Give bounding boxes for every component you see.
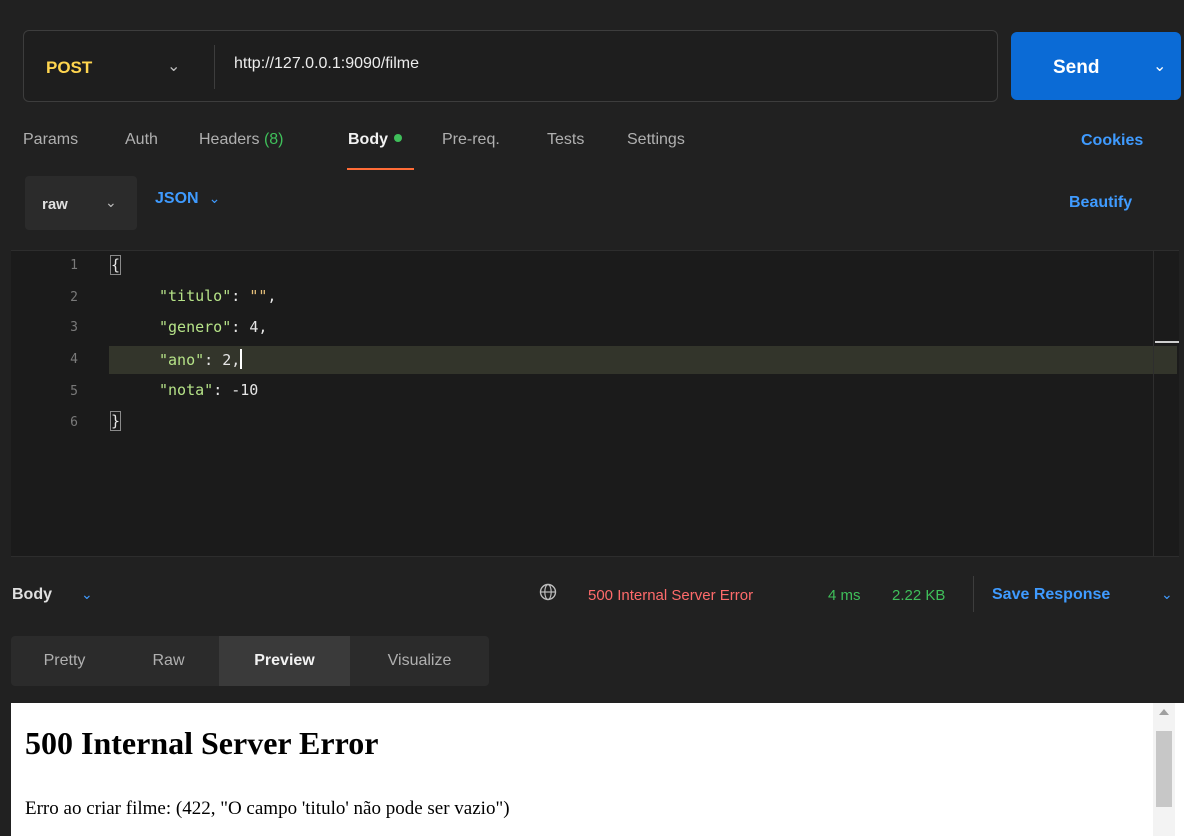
response-time[interactable]: 4 ms xyxy=(828,587,861,604)
code-line: { xyxy=(109,255,122,275)
code-line: "titulo": "", xyxy=(159,287,276,305)
postman-app: POST ⌄ http://127.0.0.1:9090/filme Send … xyxy=(0,0,1184,836)
body-format-label: JSON xyxy=(155,190,199,207)
response-body-select[interactable]: Body xyxy=(12,586,52,604)
response-view-tabs: Pretty Raw Preview Visualize xyxy=(11,636,489,686)
current-line-highlight xyxy=(109,346,1177,374)
tab-body-label: Body xyxy=(348,131,388,148)
divider xyxy=(973,576,974,612)
scroll-up-arrow-icon[interactable] xyxy=(1159,709,1169,715)
code-line: } xyxy=(109,411,122,431)
view-tab-visualize[interactable]: Visualize xyxy=(350,636,489,686)
view-tab-preview[interactable]: Preview xyxy=(219,636,350,686)
json-key: "nota" xyxy=(159,381,214,399)
json-key: "titulo" xyxy=(159,287,232,305)
chevron-down-icon: ⌄ xyxy=(105,194,117,210)
json-value: 2 xyxy=(222,351,232,369)
text-cursor xyxy=(240,349,243,369)
close-brace: } xyxy=(109,411,122,431)
code-line: "nota": -10 xyxy=(159,381,258,399)
chevron-down-icon[interactable]: ⌄ xyxy=(1153,56,1166,76)
code-editor[interactable]: 1 2 3 4 5 6 { "titulo": "", "genero": 4,… xyxy=(11,250,1179,557)
response-size[interactable]: 2.22 KB xyxy=(892,587,945,604)
line-number: 6 xyxy=(70,415,78,430)
send-label: Send xyxy=(1053,57,1100,78)
line-number: 5 xyxy=(70,384,78,399)
active-tab-underline xyxy=(347,168,414,170)
scroll-thumb[interactable] xyxy=(1156,731,1172,807)
url-input[interactable]: http://127.0.0.1:9090/filme xyxy=(234,55,419,73)
cookies-link[interactable]: Cookies xyxy=(1081,132,1143,150)
headers-count: (8) xyxy=(263,131,284,148)
globe-icon[interactable] xyxy=(539,583,557,601)
chevron-down-icon[interactable]: ⌄ xyxy=(1161,586,1173,603)
json-key: "genero" xyxy=(159,318,232,336)
request-bar: POST ⌄ http://127.0.0.1:9090/filme xyxy=(23,30,998,102)
line-number: 3 xyxy=(70,320,78,335)
scrollbar-marker xyxy=(1155,341,1179,343)
preview-scrollbar[interactable] xyxy=(1153,703,1175,836)
json-sep: : xyxy=(213,381,232,399)
code-line: "ano": 2, xyxy=(159,349,243,369)
response-preview: 500 Internal Server Error Erro ao criar … xyxy=(11,703,1184,836)
json-value: 4 xyxy=(249,318,259,336)
editor-scrollbar[interactable] xyxy=(1153,251,1154,556)
response-status[interactable]: 500 Internal Server Error xyxy=(588,587,753,604)
tab-body[interactable]: Body xyxy=(348,131,402,149)
json-value: -10 xyxy=(231,381,259,399)
tab-headers-label: Headers xyxy=(199,131,260,148)
method-select[interactable]: POST ⌄ xyxy=(24,31,214,101)
tab-headers[interactable]: Headers (8) xyxy=(199,131,284,149)
preview-message: Erro ao criar filme: (422, "O campo 'tit… xyxy=(25,798,510,819)
status-dot-icon xyxy=(394,134,402,142)
body-mode-label: raw xyxy=(42,196,68,213)
line-number: 2 xyxy=(70,290,78,305)
code-line: "genero": 4, xyxy=(159,318,267,336)
tab-auth[interactable]: Auth xyxy=(125,131,158,149)
divider xyxy=(214,45,215,89)
send-button[interactable]: Send ⌄ xyxy=(1011,32,1181,100)
chevron-down-icon: ⌄ xyxy=(208,190,221,206)
json-comma: , xyxy=(258,318,268,336)
json-sep: : xyxy=(231,318,250,336)
line-gutter: 1 2 3 4 5 6 xyxy=(11,251,91,556)
tab-pre-req[interactable]: Pre-req. xyxy=(442,131,500,149)
json-sep: : xyxy=(231,287,250,305)
chevron-down-icon[interactable]: ⌄ xyxy=(81,586,93,603)
save-response-button[interactable]: Save Response xyxy=(992,586,1110,604)
open-brace: { xyxy=(109,255,122,275)
json-key: "ano" xyxy=(159,351,205,369)
view-tab-raw[interactable]: Raw xyxy=(118,636,219,686)
line-number: 1 xyxy=(70,258,78,273)
tab-settings[interactable]: Settings xyxy=(627,131,685,149)
json-sep: : xyxy=(204,351,223,369)
beautify-button[interactable]: Beautify xyxy=(1069,194,1132,212)
json-comma: , xyxy=(231,351,241,369)
preview-title: 500 Internal Server Error xyxy=(25,725,379,761)
line-number: 4 xyxy=(70,352,78,367)
chevron-down-icon: ⌄ xyxy=(167,58,181,75)
tab-tests[interactable]: Tests xyxy=(547,131,584,149)
view-tab-pretty[interactable]: Pretty xyxy=(11,636,118,686)
json-value: "" xyxy=(249,287,268,305)
body-format-select[interactable]: JSON ⌄ xyxy=(155,190,220,214)
method-label: POST xyxy=(46,58,93,77)
body-mode-select[interactable]: raw ⌄ xyxy=(25,176,137,230)
tab-params[interactable]: Params xyxy=(23,131,78,149)
json-comma: , xyxy=(267,287,277,305)
